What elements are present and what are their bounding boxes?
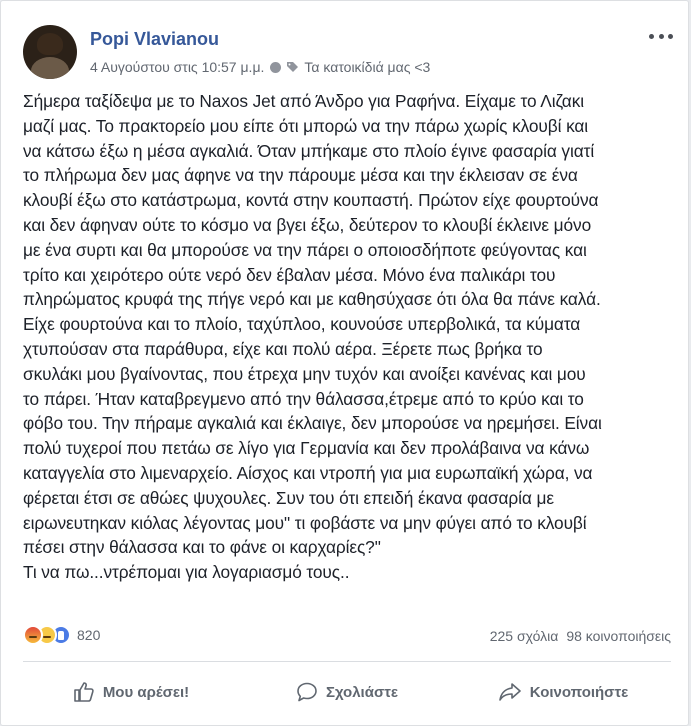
like-button[interactable]: Μου αρέσει! [23, 665, 239, 719]
post-meta: 4 Αυγούστου στις 10:57 μ.μ. Τα κατοικίδι… [90, 59, 430, 75]
shares-count[interactable]: 98 κοινοποιήσεις [566, 628, 671, 644]
divider [23, 661, 671, 662]
post-card: Popi Vlavianou 4 Αυγούστου στις 10:57 μ.… [0, 0, 689, 726]
share-label: Κοινοποιήστε [529, 683, 629, 701]
avatar[interactable] [23, 25, 77, 79]
comment-icon [297, 682, 317, 702]
share-icon [498, 683, 521, 701]
comment-button[interactable]: Σχολιάστε [239, 665, 455, 719]
action-bar: Μου αρέσει! Σχολιάστε Κοινοποιήστε [23, 665, 671, 719]
comments-count[interactable]: 225 σχόλια [490, 628, 559, 644]
share-button[interactable]: Κοινοποιήστε [455, 665, 671, 719]
comment-label: Σχολιάστε [325, 683, 399, 701]
post-date[interactable]: 4 Αυγούστου στις 10:57 μ.μ. [90, 59, 264, 75]
post-header: Popi Vlavianou 4 Αυγούστου στις 10:57 μ.… [23, 23, 673, 79]
like-label: Μου αρέσει! [102, 683, 190, 701]
thumbs-up-icon [74, 682, 94, 702]
engagement-counts: 225 σχόλια 98 κοινοποιήσεις [490, 628, 671, 644]
post-text: Σήμερα ταξίδεψα με το Naxos Jet από Άνδρ… [23, 91, 602, 583]
reactions-summary[interactable]: 820 [23, 625, 100, 645]
post-stats: 820 225 σχόλια 98 κοινοποιήσεις [23, 623, 671, 649]
more-options-icon[interactable] [649, 29, 673, 43]
angry-reaction-icon [23, 625, 43, 645]
author-name[interactable]: Popi Vlavianou [90, 29, 219, 50]
globe-icon [270, 61, 282, 73]
group-link[interactable]: Τα κατοικίδιά μας <3 [304, 59, 430, 75]
tag-icon [287, 61, 299, 73]
reaction-count: 820 [77, 627, 101, 643]
